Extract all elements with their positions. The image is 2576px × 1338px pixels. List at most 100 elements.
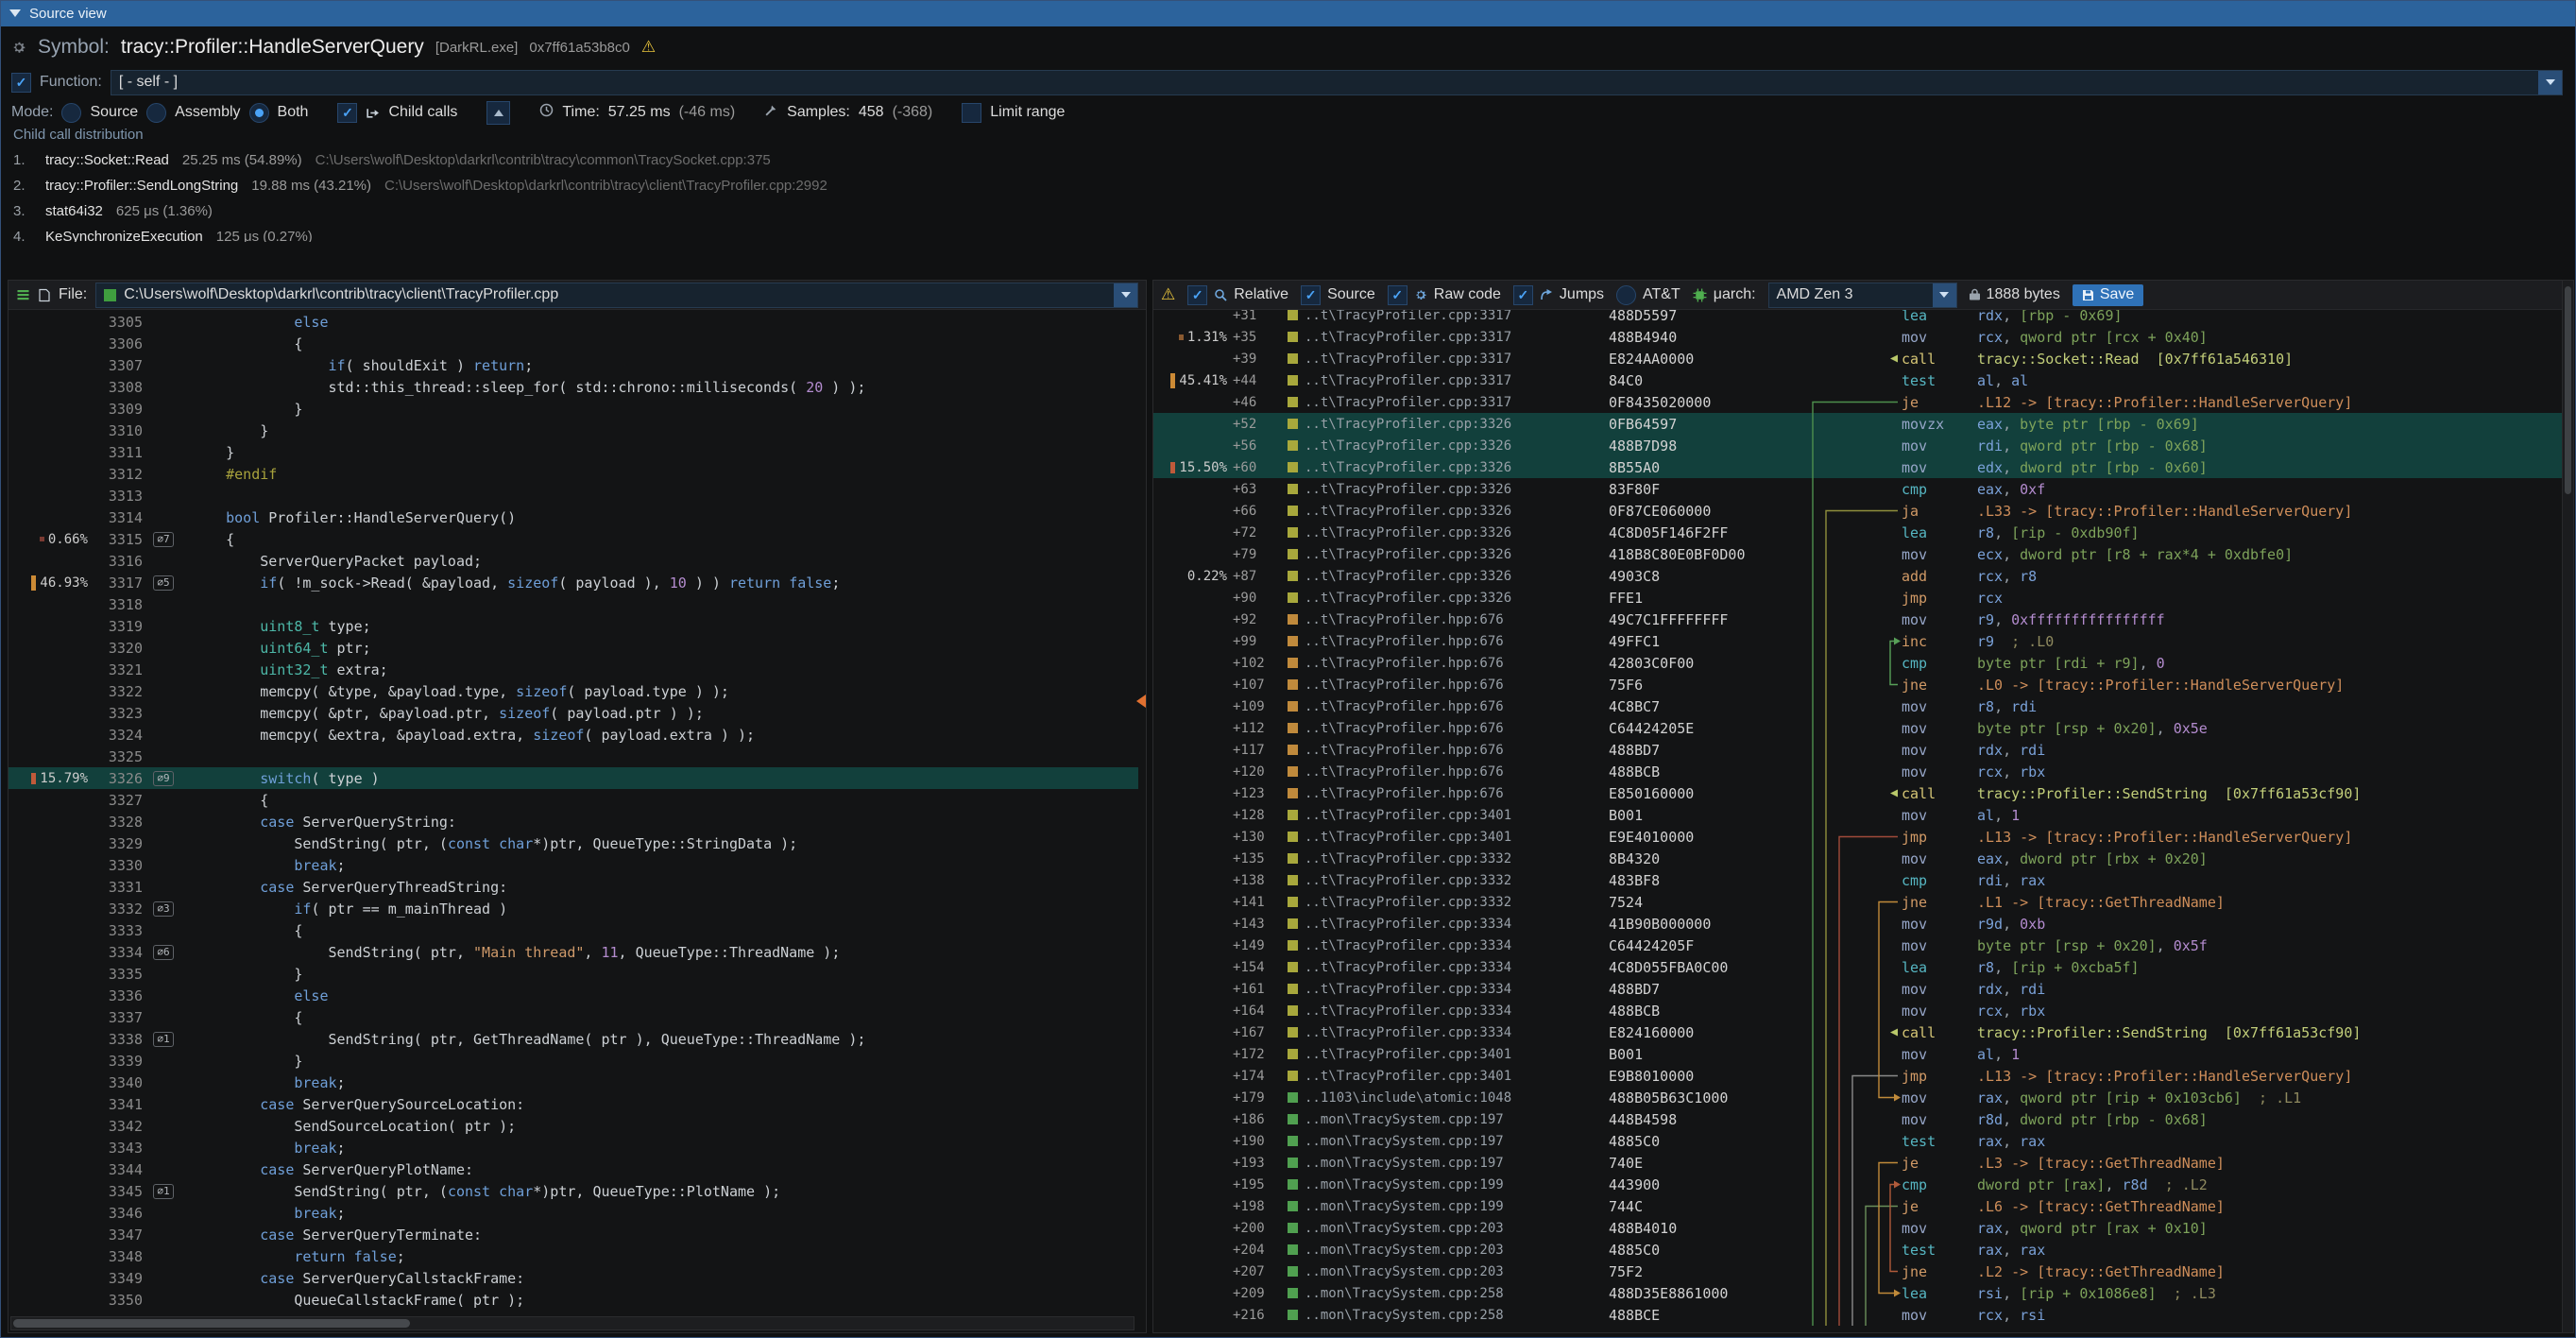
asm-row[interactable]: +66..t\TracyProfiler.cpp:33260F87CE06000…	[1153, 500, 2565, 522]
source-line[interactable]: 3325	[9, 746, 1138, 767]
source-line[interactable]: 3344 case ServerQueryPlotName:	[9, 1158, 1138, 1180]
source-label[interactable]: Source	[1327, 286, 1375, 303]
asm-row[interactable]: +167..t\TracyProfiler.cpp:3334E824160000…	[1153, 1021, 2565, 1043]
relative-checkbox[interactable]: ✓	[1187, 285, 1207, 305]
asm-row[interactable]: 1.31%+35..t\TracyProfiler.cpp:3317488B49…	[1153, 326, 2565, 348]
att-radio[interactable]	[1616, 285, 1636, 305]
source-line[interactable]: 3307 if( shouldExit ) return;	[9, 354, 1138, 376]
function-checkbox[interactable]: ✓	[11, 73, 31, 93]
asm-row[interactable]: +190..mon\TracySystem.cpp:1974885C0testr…	[1153, 1130, 2565, 1152]
source-line[interactable]: 3335 }	[9, 963, 1138, 985]
source-line[interactable]: 3305 else	[9, 311, 1138, 333]
source-line[interactable]: 3331 case ServerQueryThreadString:	[9, 876, 1138, 898]
source-line[interactable]: 3310 }	[9, 420, 1138, 441]
uarch-select[interactable]: AMD Zen 3	[1768, 283, 1957, 308]
source-line[interactable]: 3345⌀1 SendString( ptr, (const char*)ptr…	[9, 1180, 1138, 1202]
source-line[interactable]: 3347 case ServerQueryTerminate:	[9, 1224, 1138, 1245]
function-select[interactable]: [ - self - ]	[111, 70, 2563, 95]
source-line[interactable]: 3332⌀3 if( ptr == m_mainThread )	[9, 898, 1138, 919]
asm-row[interactable]: +207..mon\TracySystem.cpp:20375F2jne.L2 …	[1153, 1261, 2565, 1282]
asm-row[interactable]: +130..t\TracyProfiler.cpp:3401E9E4010000…	[1153, 826, 2565, 848]
child-call-entry[interactable]: 4.KeSynchronizeExecution125 μs (0.27%)	[13, 224, 2557, 242]
asm-row[interactable]: +200..mon\TracySystem.cpp:203488B4010mov…	[1153, 1217, 2565, 1239]
asm-row[interactable]: +46..t\TracyProfiler.cpp:33170F843502000…	[1153, 391, 2565, 413]
asm-row[interactable]: +52..t\TracyProfiler.cpp:33260FB64597mov…	[1153, 413, 2565, 435]
source-line[interactable]: 3350 QueueCallstackFrame( ptr );	[9, 1289, 1138, 1311]
asm-row[interactable]: +112..t\TracyProfiler.hpp:676C64424205Em…	[1153, 717, 2565, 739]
asm-row[interactable]: +39..t\TracyProfiler.cpp:3317E824AA0000c…	[1153, 348, 2565, 369]
main-vertical-scrollbar[interactable]	[2562, 280, 2574, 1333]
asm-row[interactable]: 45.41%+44..t\TracyProfiler.cpp:331784C0t…	[1153, 369, 2565, 391]
asm-row[interactable]: +72..t\TracyProfiler.cpp:33264C8D05F146F…	[1153, 522, 2565, 543]
source-horizontal-scrollbar[interactable]	[10, 1316, 1134, 1330]
source-line[interactable]: 3336 else	[9, 985, 1138, 1006]
raw-code-label[interactable]: Raw code	[1434, 286, 1501, 303]
source-line[interactable]: 3314 bool Profiler::HandleServerQuery()	[9, 506, 1138, 528]
asm-row[interactable]: +107..t\TracyProfiler.hpp:67675F6jne.L0 …	[1153, 674, 2565, 695]
source-line[interactable]: 3311 }	[9, 441, 1138, 463]
asm-row[interactable]: +186..mon\TracySystem.cpp:197448B4598mov…	[1153, 1108, 2565, 1130]
source-line[interactable]: 3346 break;	[9, 1202, 1138, 1224]
limit-range-checkbox[interactable]	[962, 103, 981, 123]
asm-row[interactable]: +123..t\TracyProfiler.hpp:676E850160000c…	[1153, 782, 2565, 804]
asm-row[interactable]: 0.22%+87..t\TracyProfiler.cpp:33264903C8…	[1153, 565, 2565, 587]
source-line[interactable]: 3322 memcpy( &type, &payload.type, sizeo…	[9, 680, 1138, 702]
source-line[interactable]: 0.66%3315⌀7 {	[9, 528, 1138, 550]
source-line[interactable]: 3309 }	[9, 398, 1138, 420]
window-titlebar[interactable]: Source view	[0, 0, 2576, 26]
asm-row[interactable]: +143..t\TracyProfiler.cpp:333441B90B0000…	[1153, 913, 2565, 935]
source-line[interactable]: 3342 SendSourceLocation( ptr );	[9, 1115, 1138, 1137]
mode-radio-source-label[interactable]: Source	[90, 104, 138, 121]
source-line[interactable]: 3318	[9, 593, 1138, 615]
chevron-down-icon[interactable]	[2538, 71, 2562, 94]
source-line[interactable]: 3316 ServerQueryPacket payload;	[9, 550, 1138, 572]
mode-radio-source[interactable]	[61, 103, 81, 123]
asm-row[interactable]: +99..t\TracyProfiler.hpp:67649FFC1incr9 …	[1153, 630, 2565, 652]
asm-row[interactable]: +198..mon\TracySystem.cpp:199744Cje.L6 -…	[1153, 1195, 2565, 1217]
asm-row[interactable]: +63..t\TracyProfiler.cpp:332683F80Fcmpea…	[1153, 478, 2565, 500]
asm-row[interactable]: +164..t\TracyProfiler.cpp:3334488BCBmovr…	[1153, 1000, 2565, 1021]
source-line[interactable]: 3324 memcpy( &extra, &payload.extra, siz…	[9, 724, 1138, 746]
source-line[interactable]: 3319 uint8_t type;	[9, 615, 1138, 637]
child-call-entry[interactable]: 1.tracy::Socket::Read25.25 ms (54.89%)C:…	[13, 147, 2557, 173]
asm-row[interactable]: +179..1103\include\atomic:1048488B05B63C…	[1153, 1087, 2565, 1108]
asm-row[interactable]: +141..t\TracyProfiler.cpp:33327524jne.L1…	[1153, 891, 2565, 913]
source-line[interactable]: 3320 uint64_t ptr;	[9, 637, 1138, 659]
asm-row[interactable]: +90..t\TracyProfiler.cpp:3326FFE1jmprcx	[1153, 587, 2565, 609]
source-line[interactable]: 3323 memcpy( &ptr, &payload.ptr, sizeof(…	[9, 702, 1138, 724]
asm-row[interactable]: +193..mon\TracySystem.cpp:197740Eje.L3 -…	[1153, 1152, 2565, 1174]
mode-radio-both[interactable]	[249, 103, 269, 123]
source-line[interactable]: 3348 return false;	[9, 1245, 1138, 1267]
save-button[interactable]: Save	[2073, 284, 2143, 306]
asm-row[interactable]: +195..mon\TracySystem.cpp:199443900cmpdw…	[1153, 1174, 2565, 1195]
asm-row[interactable]: +135..t\TracyProfiler.cpp:33328B4320move…	[1153, 848, 2565, 869]
asm-row[interactable]: +109..t\TracyProfiler.hpp:6764C8BC7movr8…	[1153, 695, 2565, 717]
asm-row[interactable]: +149..t\TracyProfiler.cpp:3334C64424205F…	[1153, 935, 2565, 956]
asm-row[interactable]: +154..t\TracyProfiler.cpp:33344C8D055FBA…	[1153, 956, 2565, 978]
asm-row[interactable]: +209..mon\TracySystem.cpp:258488D35E8861…	[1153, 1282, 2565, 1304]
source-line[interactable]: 15.79%3326⌀9 switch( type )	[9, 767, 1138, 789]
source-line[interactable]: 3328 case ServerQueryString:	[9, 811, 1138, 832]
child-call-entry[interactable]: 3.stat64i32625 μs (1.36%)	[13, 198, 2557, 224]
chevron-down-icon[interactable]	[1933, 283, 1956, 307]
asm-row[interactable]: +128..t\TracyProfiler.cpp:3401B001moval,…	[1153, 804, 2565, 826]
source-line[interactable]: 3334⌀6 SendString( ptr, "Main thread", 1…	[9, 941, 1138, 963]
asm-row[interactable]: 15.50%+60..t\TracyProfiler.cpp:33268B55A…	[1153, 456, 2565, 478]
asm-row[interactable]: +31..t\TracyProfiler.cpp:3317488D5597lea…	[1153, 310, 2565, 326]
source-line[interactable]: 3312 #endif	[9, 463, 1138, 485]
asm-row[interactable]: +102..t\TracyProfiler.hpp:67642803C0F00c…	[1153, 652, 2565, 674]
child-calls-label[interactable]: Child calls	[388, 104, 457, 121]
collapse-icon[interactable]	[9, 9, 21, 17]
source-line[interactable]: 3329 SendString( ptr, (const char*)ptr, …	[9, 832, 1138, 854]
source-line[interactable]: 3308 std::this_thread::sleep_for( std::c…	[9, 376, 1138, 398]
source-line[interactable]: 46.93%3317⌀5 if( !m_sock->Read( &payload…	[9, 572, 1138, 593]
source-line[interactable]: 3333 {	[9, 919, 1138, 941]
source-checkbox[interactable]: ✓	[1301, 285, 1321, 305]
source-line[interactable]: 3313	[9, 485, 1138, 506]
asm-row[interactable]: +174..t\TracyProfiler.cpp:3401E9B8010000…	[1153, 1065, 2565, 1087]
mode-radio-assembly[interactable]	[146, 103, 166, 123]
jumps-checkbox[interactable]: ✓	[1513, 285, 1533, 305]
source-line[interactable]: 3341 case ServerQuerySourceLocation:	[9, 1093, 1138, 1115]
att-label[interactable]: AT&T	[1643, 286, 1680, 303]
jumps-label[interactable]: Jumps	[1560, 286, 1604, 303]
